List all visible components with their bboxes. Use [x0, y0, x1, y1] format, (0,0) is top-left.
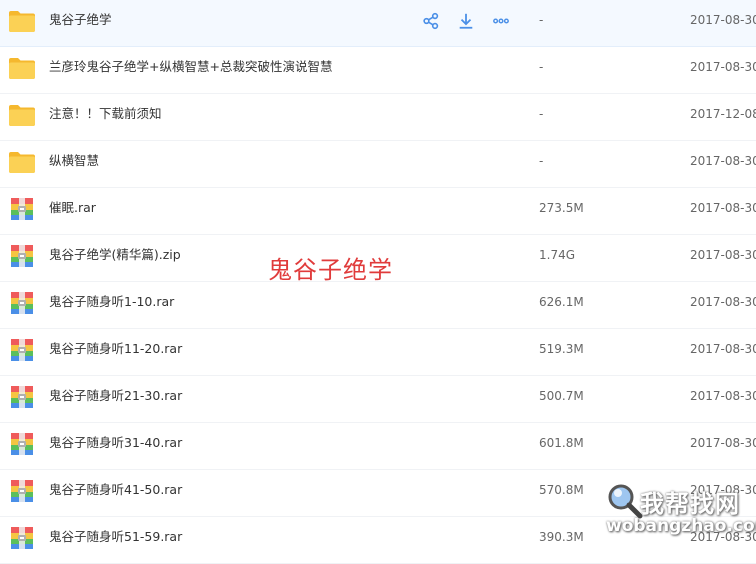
file-row[interactable]: 鬼谷子绝学 - 2017-08-30	[0, 0, 756, 47]
file-name[interactable]: 鬼谷子随身听1-10.rar	[49, 282, 174, 328]
file-row[interactable]: 鬼谷子随身听1-10.rar 626.1M 2017-08-30	[0, 282, 756, 329]
file-size: 601.8M	[539, 436, 584, 450]
file-date: 2017-12-08	[690, 107, 756, 121]
file-date: 2017-08-30	[690, 201, 756, 215]
file-name[interactable]: 鬼谷子随身听41-50.rar	[49, 470, 182, 516]
file-row[interactable]: 纵横智慧 - 2017-08-30	[0, 141, 756, 188]
archive-file-icon	[11, 527, 33, 549]
download-icon[interactable]	[455, 10, 477, 32]
file-name[interactable]: 兰彦玲鬼谷子绝学+纵横智慧+总裁突破性演说智慧	[49, 47, 332, 93]
archive-file-icon	[11, 433, 33, 455]
file-size: -	[539, 60, 544, 74]
share-icon[interactable]	[420, 10, 442, 32]
overlay-title: 鬼谷子绝学	[268, 256, 393, 284]
file-name[interactable]: 纵横智慧	[49, 141, 99, 187]
file-date: 2017-08-30	[690, 295, 756, 309]
watermark-main-text: 我帮找网	[640, 490, 740, 518]
archive-file-icon	[11, 339, 33, 361]
file-size: 1.74G	[539, 248, 576, 262]
file-size: -	[539, 13, 544, 27]
file-row[interactable]: 注意！！下载前须知 - 2017-12-08	[0, 94, 756, 141]
file-size: 626.1M	[539, 295, 584, 309]
file-name[interactable]: 鬼谷子随身听21-30.rar	[49, 376, 182, 422]
folder-icon	[9, 11, 35, 32]
watermark-domain-text: wobangzhao.com	[606, 516, 756, 536]
archive-file-icon	[11, 386, 33, 408]
file-size: -	[539, 107, 544, 121]
folder-icon	[9, 152, 35, 173]
file-row[interactable]: 鬼谷子随身听11-20.rar 519.3M 2017-08-30	[0, 329, 756, 376]
folder-icon	[9, 105, 35, 126]
more-icon[interactable]	[490, 10, 512, 32]
archive-file-icon	[11, 245, 33, 267]
file-name[interactable]: 鬼谷子绝学(精华篇).zip	[49, 235, 181, 281]
file-row[interactable]: 催眠.rar 273.5M 2017-08-30	[0, 188, 756, 235]
file-date: 2017-08-30	[690, 436, 756, 450]
file-row[interactable]: 兰彦玲鬼谷子绝学+纵横智慧+总裁突破性演说智慧 - 2017-08-30	[0, 47, 756, 94]
file-name[interactable]: 注意！！下载前须知	[49, 94, 162, 140]
file-date: 2017-08-30	[690, 342, 756, 356]
file-name[interactable]: 鬼谷子随身听51-59.rar	[49, 517, 182, 563]
file-size: 273.5M	[539, 201, 584, 215]
archive-file-icon	[11, 480, 33, 502]
file-name[interactable]: 催眠.rar	[49, 188, 96, 234]
file-name[interactable]: 鬼谷子绝学	[49, 0, 112, 46]
file-size: 570.8M	[539, 483, 584, 497]
file-row[interactable]: 鬼谷子随身听31-40.rar 601.8M 2017-08-30	[0, 423, 756, 470]
file-date: 2017-08-30	[690, 389, 756, 403]
file-size: 500.7M	[539, 389, 584, 403]
file-size: 390.3M	[539, 530, 584, 544]
file-size: 519.3M	[539, 342, 584, 356]
folder-icon	[9, 58, 35, 79]
archive-file-icon	[11, 292, 33, 314]
file-name[interactable]: 鬼谷子随身听11-20.rar	[49, 329, 182, 375]
file-date: 2017-08-30	[690, 248, 756, 262]
archive-file-icon	[11, 198, 33, 220]
watermark-logo: 我帮找网 wobangzhao.com	[600, 478, 756, 548]
magnifier-icon	[608, 484, 643, 519]
file-size: -	[539, 154, 544, 168]
file-date: 2017-08-30	[690, 60, 756, 74]
file-row[interactable]: 鬼谷子随身听21-30.rar 500.7M 2017-08-30	[0, 376, 756, 423]
file-date: 2017-08-30	[690, 154, 756, 168]
file-name[interactable]: 鬼谷子随身听31-40.rar	[49, 423, 182, 469]
row-actions	[420, 10, 512, 32]
file-date: 2017-08-30	[690, 13, 756, 27]
